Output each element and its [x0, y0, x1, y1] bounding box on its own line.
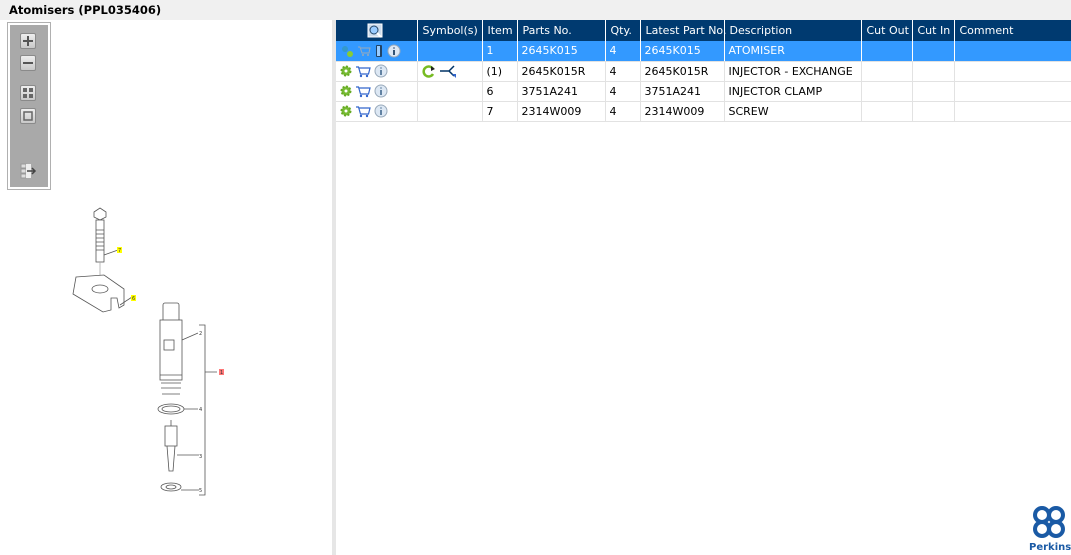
row-actions [336, 101, 418, 122]
callout-3[interactable]: 3 [199, 454, 202, 460]
latest-part-no-cell: 2314W009 [640, 101, 725, 122]
cut-in-cell [912, 101, 955, 122]
cut-out-cell [861, 41, 913, 62]
cart-icon[interactable] [355, 65, 371, 78]
parts-no-cell: 3751A241 [517, 81, 606, 102]
info-icon[interactable] [387, 44, 401, 58]
item-cell: 7 [482, 101, 518, 122]
column-header-cut-in[interactable]: Cut In [912, 20, 955, 41]
comment-cell [954, 101, 1071, 122]
comment-cell [954, 61, 1071, 82]
info-icon[interactable] [374, 64, 388, 78]
cut-out-cell [861, 61, 913, 82]
row-actions [336, 81, 418, 102]
symbols-cell [417, 101, 483, 122]
cut-out-cell [861, 101, 913, 122]
cut-out-cell [861, 81, 913, 102]
comment-cell [954, 81, 1071, 102]
perkins-logo-text: Perkins [1029, 542, 1071, 553]
callout-5[interactable]: 5 [199, 488, 202, 494]
cart-icon[interactable] [357, 45, 371, 57]
callout-1[interactable]: 1 [220, 370, 223, 376]
gear-icon[interactable] [340, 65, 352, 77]
qty-cell: 4 [605, 81, 641, 102]
fit-all-button[interactable] [20, 85, 36, 101]
supersession-icon[interactable] [439, 64, 457, 78]
symbols-cell [417, 41, 483, 62]
cut-in-cell [912, 81, 955, 102]
table-row[interactable]: 6 3751A241 4 3751A241 INJECTOR CLAMP [336, 81, 1071, 102]
column-header-comment[interactable]: Comment [954, 20, 1071, 41]
exploded-parts-diagram: 7 6 2 1 4 3 5 [72, 207, 224, 496]
latest-part-no-cell: 3751A241 [640, 81, 725, 102]
search-parts-icon[interactable] [367, 23, 383, 39]
gear-icon[interactable] [340, 85, 352, 97]
callout-6[interactable]: 6 [132, 296, 135, 302]
item-cell: (1) [482, 61, 518, 82]
column-header-latest-part-no[interactable]: Latest Part No. [640, 20, 726, 41]
row-actions [336, 41, 418, 62]
comment-cell [954, 41, 1071, 62]
exchange-icon[interactable] [421, 64, 436, 78]
zoom-out-button[interactable] [20, 55, 36, 71]
item-cell: 1 [482, 41, 518, 62]
description-cell: ATOMISER [724, 41, 862, 62]
fit-window-button[interactable] [20, 108, 36, 124]
parts-table: Symbol(s) Item Parts No. Qty. Latest Par… [336, 20, 1071, 122]
zoom-in-button[interactable] [20, 33, 36, 49]
qty-cell: 4 [605, 101, 641, 122]
callout-4[interactable]: 4 [199, 407, 202, 413]
diagram-panel: 7 6 2 1 4 3 5 [3, 20, 332, 555]
description-cell: INJECTOR CLAMP [724, 81, 862, 102]
latest-part-no-cell: 2645K015 [640, 41, 725, 62]
table-header: Symbol(s) Item Parts No. Qty. Latest Par… [336, 20, 1071, 41]
perkins-logo-mark [1033, 506, 1065, 538]
diagram-toolbar [7, 22, 51, 190]
cart-icon[interactable] [355, 105, 371, 118]
panel-title: Atomisers (PPL035406) [0, 0, 1071, 20]
info-icon[interactable] [374, 84, 388, 98]
column-header-symbols[interactable]: Symbol(s) [417, 20, 483, 41]
gear-icon[interactable] [340, 105, 352, 117]
column-header-description[interactable]: Description [724, 20, 862, 41]
document-icon[interactable] [374, 44, 384, 58]
column-header-item[interactable]: Item [482, 20, 518, 41]
callout-2[interactable]: 2 [199, 331, 202, 337]
perkins-logo: Perkins [1029, 505, 1071, 553]
qty-cell: 4 [605, 41, 641, 62]
symbols-cell [417, 81, 483, 102]
latest-part-no-cell: 2645K015R [640, 61, 725, 82]
cart-icon[interactable] [355, 85, 371, 98]
column-header-tools[interactable] [336, 20, 418, 41]
callout-7[interactable]: 7 [118, 248, 121, 254]
column-header-parts-no[interactable]: Parts No. [517, 20, 606, 41]
description-cell: SCREW [724, 101, 862, 122]
column-header-qty[interactable]: Qty. [605, 20, 641, 41]
cut-in-cell [912, 41, 955, 62]
table-row[interactable]: (1) 2645K015R 4 2645K015R INJECTOR - EXC… [336, 61, 1071, 82]
table-row[interactable]: 7 2314W009 4 2314W009 SCREW [336, 101, 1071, 122]
cut-in-cell [912, 61, 955, 82]
table-row[interactable]: 1 2645K015 4 2645K015 ATOMISER [336, 41, 1071, 62]
qty-cell: 4 [605, 61, 641, 82]
symbols-cell [417, 61, 483, 82]
expand-panel-button[interactable] [20, 163, 37, 179]
info-icon[interactable] [374, 104, 388, 118]
description-cell: INJECTOR - EXCHANGE [724, 61, 862, 82]
item-cell: 6 [482, 81, 518, 102]
column-header-cut-out[interactable]: Cut Out [861, 20, 913, 41]
parts-no-cell: 2645K015 [517, 41, 606, 62]
parts-no-cell: 2645K015R [517, 61, 606, 82]
settings-icon[interactable] [340, 44, 354, 58]
row-actions [336, 61, 418, 82]
parts-no-cell: 2314W009 [517, 101, 606, 122]
